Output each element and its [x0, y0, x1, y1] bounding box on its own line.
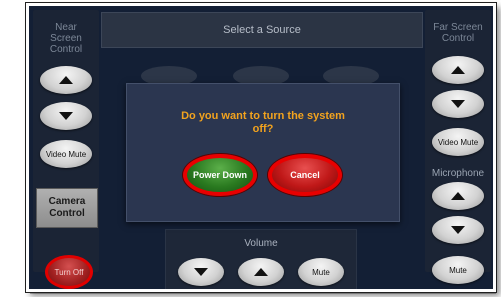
- power-down-button[interactable]: Power Down: [183, 154, 257, 196]
- far-screen-down-button[interactable]: [432, 90, 484, 118]
- near-panel-title-line1: Near: [55, 22, 77, 33]
- volume-down-button[interactable]: [178, 258, 224, 286]
- volume-mute-button[interactable]: Mute: [298, 258, 344, 286]
- near-screen-up-button[interactable]: [40, 66, 92, 94]
- dialog-message: Do you want to turn the system off?: [137, 110, 389, 136]
- triangle-down-icon: [59, 112, 73, 120]
- volume-label: Volume: [244, 238, 278, 249]
- near-screen-control-panel: Near Screen Control Video Mute Camera Co…: [33, 10, 99, 289]
- camera-control-button[interactable]: Camera Control: [36, 188, 98, 228]
- far-panel-title-line1: Far Screen: [433, 22, 483, 33]
- triangle-down-icon: [451, 100, 465, 108]
- triangle-up-icon: [451, 66, 465, 74]
- triangle-down-icon: [451, 226, 465, 234]
- near-screen-down-button[interactable]: [40, 102, 92, 130]
- dialog-message-line1: Do you want to turn the system: [181, 110, 345, 122]
- microphone-down-button[interactable]: [432, 216, 484, 244]
- triangle-down-icon: [194, 268, 208, 276]
- near-panel-title-line3: Control: [49, 44, 83, 55]
- camera-control-label-line1: Camera: [48, 196, 86, 207]
- triangle-up-icon: [59, 76, 73, 84]
- near-panel-title-line2: Screen: [50, 33, 82, 44]
- volume-up-button[interactable]: [238, 258, 284, 286]
- volume-panel: Volume Mute: [165, 229, 357, 289]
- touch-panel-screen: Near Screen Control Video Mute Camera Co…: [26, 3, 496, 292]
- cancel-button[interactable]: Cancel: [268, 154, 342, 196]
- near-video-mute-button[interactable]: Video Mute: [40, 140, 92, 168]
- microphone-mute-button[interactable]: Mute: [432, 256, 484, 284]
- triangle-up-icon: [254, 268, 268, 276]
- far-screen-control-panel: Far Screen Control Video Mute Microphone…: [425, 10, 491, 284]
- source-selector-label: Select a Source: [223, 24, 301, 36]
- far-video-mute-button[interactable]: Video Mute: [432, 128, 484, 156]
- source-selector[interactable]: Select a Source: [101, 12, 423, 48]
- dialog-message-line2: off?: [252, 123, 274, 135]
- far-screen-up-button[interactable]: [432, 56, 484, 84]
- far-panel-title-line2: Control: [441, 33, 475, 44]
- turn-off-button[interactable]: Turn Off: [45, 255, 93, 289]
- microphone-up-button[interactable]: [432, 182, 484, 210]
- microphone-label: Microphone: [431, 168, 485, 179]
- triangle-up-icon: [451, 192, 465, 200]
- camera-control-label-line2: Control: [49, 208, 85, 219]
- power-off-confirmation-dialog: Do you want to turn the system off? Powe…: [126, 83, 400, 222]
